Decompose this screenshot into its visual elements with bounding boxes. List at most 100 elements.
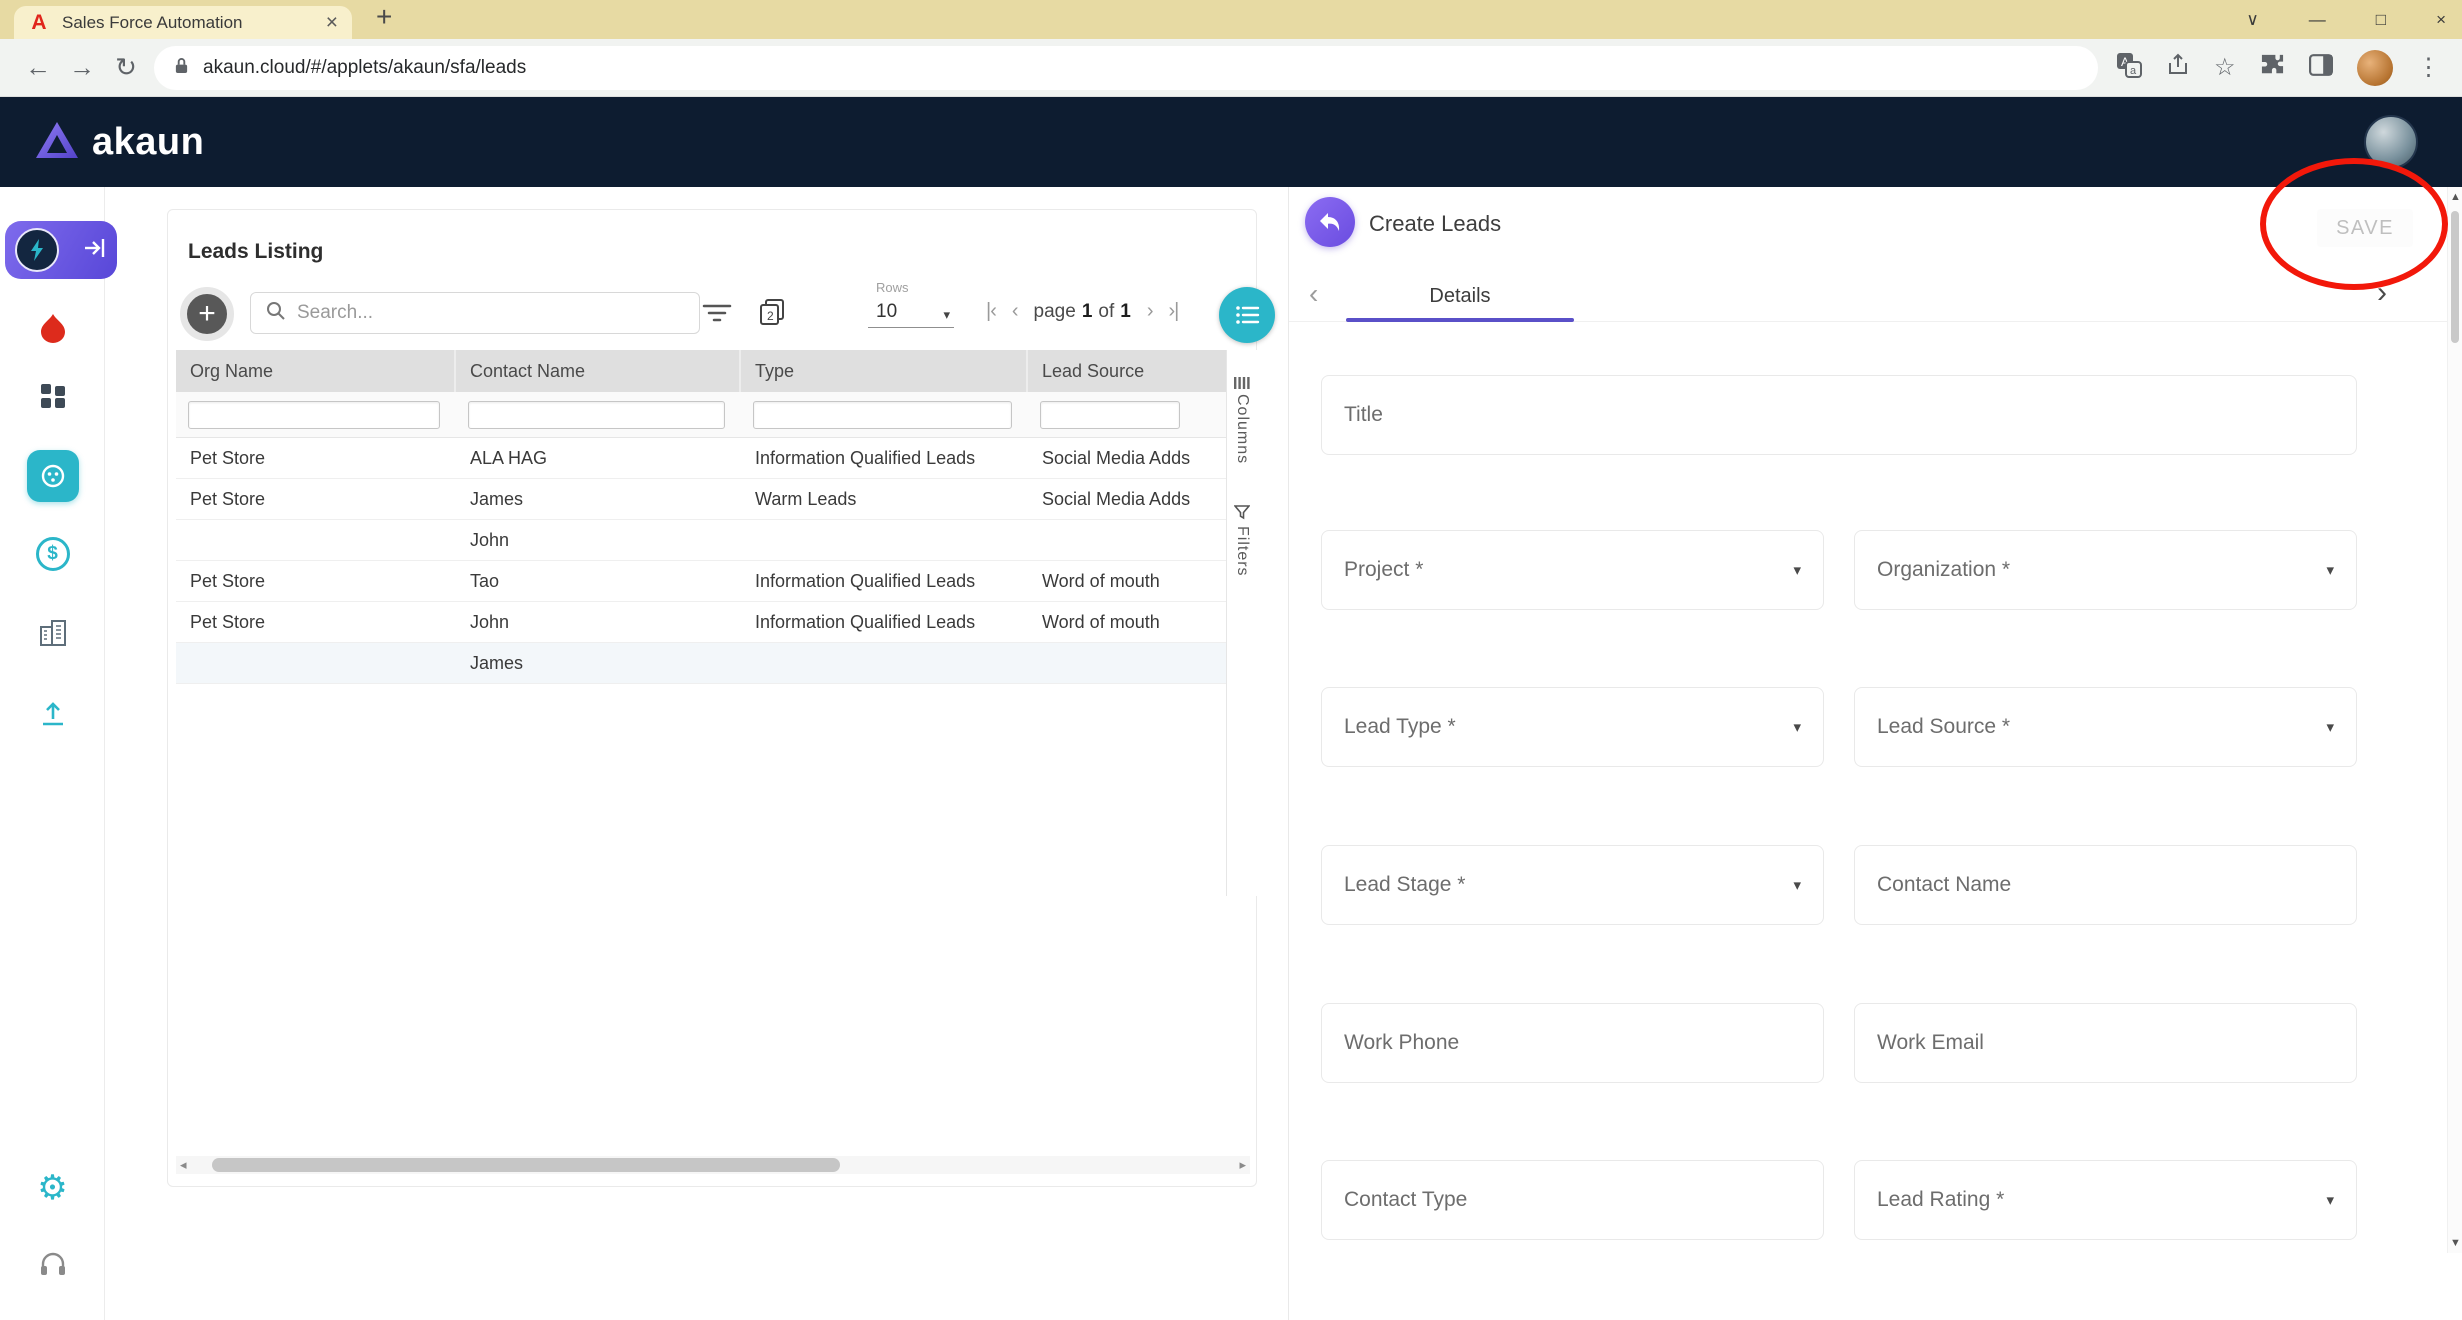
window-controls: ∨ — □ × xyxy=(2246,0,2446,39)
contact-type-field[interactable]: Contact Type xyxy=(1321,1160,1824,1240)
table-row[interactable]: Pet Store Tao Information Qualified Lead… xyxy=(176,561,1226,602)
sidebar-item-red-applet[interactable] xyxy=(0,312,105,344)
side-panel-icon[interactable] xyxy=(2309,54,2333,81)
table-row[interactable]: Pet Store John Information Qualified Lea… xyxy=(176,602,1226,643)
vertical-scroll-thumb[interactable] xyxy=(2451,211,2459,343)
sidebar-item-upload[interactable] xyxy=(0,698,105,726)
table-row[interactable]: John xyxy=(176,520,1226,561)
search-box[interactable] xyxy=(250,292,700,334)
cell-type: Information Qualified Leads xyxy=(741,438,1028,479)
new-tab-button[interactable]: + xyxy=(376,1,392,33)
filter-lines-button[interactable] xyxy=(702,301,732,325)
list-settings-icon xyxy=(1234,303,1260,327)
tab-search-icon[interactable]: ∨ xyxy=(2246,10,2258,30)
filter-input-type[interactable] xyxy=(753,401,1012,429)
listing-title: Leads Listing xyxy=(188,240,323,264)
filters-funnel-icon[interactable] xyxy=(1234,504,1250,525)
tabs-scroll-left-icon[interactable]: ‹ xyxy=(1309,278,1318,310)
sidebar-item-organization[interactable] xyxy=(0,618,105,648)
brand[interactable]: akaun xyxy=(34,120,204,165)
duplicate-view-button[interactable]: 2 xyxy=(758,298,786,326)
dropdown-caret-icon: ▾ xyxy=(2326,561,2334,579)
table-row[interactable]: James xyxy=(176,643,1226,684)
translate-icon[interactable]: Aa xyxy=(2116,52,2142,83)
tab-close-icon[interactable]: × xyxy=(326,11,338,35)
scroll-right-icon[interactable]: ▸ xyxy=(1239,1156,1246,1174)
horizontal-scroll-thumb[interactable] xyxy=(212,1158,840,1172)
scroll-down-icon[interactable]: ▼ xyxy=(2448,1237,2462,1249)
svg-text:a: a xyxy=(2130,65,2137,77)
cell-type: Information Qualified Leads xyxy=(741,561,1028,602)
contact-name-field[interactable]: Contact Name xyxy=(1854,845,2357,925)
extensions-puzzle-icon[interactable] xyxy=(2260,53,2285,83)
column-header[interactable]: Lead Source xyxy=(1028,350,1226,392)
share-icon[interactable] xyxy=(2166,53,2190,82)
reload-button[interactable]: ↻ xyxy=(104,52,148,83)
forward-button[interactable]: → xyxy=(60,52,104,83)
project-select[interactable]: Project * ▾ xyxy=(1321,530,1824,610)
plus-icon: + xyxy=(198,299,216,329)
sidebar-item-contacts-active[interactable] xyxy=(0,450,105,502)
organization-select[interactable]: Organization * ▾ xyxy=(1854,530,2357,610)
sidebar-item-support[interactable] xyxy=(0,1251,105,1278)
column-header[interactable]: Contact Name xyxy=(456,350,741,392)
lead-stage-select[interactable]: Lead Stage * ▾ xyxy=(1321,845,1824,925)
filter-lines-icon xyxy=(702,301,732,325)
pages-icon: 2 xyxy=(758,298,786,326)
create-tabs: ‹ Details › xyxy=(1289,272,2462,322)
scroll-up-icon[interactable]: ▲ xyxy=(2448,191,2462,203)
sidebar-item-settings[interactable]: ⚙ xyxy=(0,1171,105,1205)
columns-rail-button[interactable]: Columns xyxy=(1233,394,1251,464)
table-row[interactable]: Pet Store James Warm Leads Social Media … xyxy=(176,479,1226,520)
browser-menu-kebab-icon[interactable]: ⋮ xyxy=(2417,53,2441,82)
lead-source-select[interactable]: Lead Source * ▾ xyxy=(1854,687,2357,767)
lead-type-select[interactable]: Lead Type * ▾ xyxy=(1321,687,1824,767)
work-phone-field[interactable]: Work Phone xyxy=(1321,1003,1824,1083)
filter-input-contact-name[interactable] xyxy=(468,401,725,429)
rows-per-page-select[interactable]: Rows 10 ▾ xyxy=(868,280,960,328)
back-button[interactable]: ← xyxy=(16,52,60,83)
sidebar-item-active-applet[interactable] xyxy=(5,221,117,279)
sidebar-item-finance[interactable]: $ xyxy=(0,537,105,571)
prev-page-button[interactable]: ‹ xyxy=(1012,300,1018,323)
last-page-button[interactable]: ›| xyxy=(1169,300,1179,323)
filter-input-lead-source[interactable] xyxy=(1040,401,1180,429)
browser-tabstrip: A Sales Force Automation × + ∨ — □ × xyxy=(0,0,2462,39)
next-page-button[interactable]: › xyxy=(1147,300,1153,323)
address-bar[interactable]: akaun.cloud/#/applets/akaun/sfa/leads xyxy=(154,46,2098,90)
scroll-left-icon[interactable]: ◂ xyxy=(180,1156,187,1174)
work-email-field[interactable]: Work Email xyxy=(1854,1003,2357,1083)
columns-icon[interactable] xyxy=(1234,376,1250,395)
column-header[interactable]: Org Name xyxy=(176,350,456,392)
first-page-button[interactable]: |‹ xyxy=(986,300,996,323)
browser-profile-avatar[interactable] xyxy=(2357,50,2393,86)
window-close-button[interactable]: × xyxy=(2436,10,2446,30)
add-lead-button[interactable]: + xyxy=(180,287,234,341)
table-row[interactable]: Pet Store ALA HAG Information Qualified … xyxy=(176,438,1226,479)
tab-details[interactable]: Details xyxy=(1346,272,1574,320)
cell-org-name: Pet Store xyxy=(176,479,456,520)
search-input[interactable] xyxy=(297,302,685,324)
organization-label: Organization * xyxy=(1877,558,2010,582)
filters-rail-button[interactable]: Filters xyxy=(1233,526,1251,577)
filter-input-org-name[interactable] xyxy=(188,401,440,429)
sidebar-item-dashboard[interactable] xyxy=(0,383,105,409)
back-button-create[interactable] xyxy=(1305,197,1355,247)
save-button[interactable]: SAVE xyxy=(2317,209,2413,247)
browser-tab[interactable]: A Sales Force Automation × xyxy=(14,6,352,39)
cell-org-name xyxy=(176,520,456,561)
tabs-scroll-right-icon[interactable]: › xyxy=(2377,276,2387,310)
table-settings-button[interactable] xyxy=(1219,287,1275,343)
gear-icon: ⚙ xyxy=(37,1171,67,1205)
window-minimize-button[interactable]: — xyxy=(2309,10,2326,30)
title-field[interactable]: Title xyxy=(1321,375,2357,455)
work-email-label: Work Email xyxy=(1877,1031,1984,1055)
horizontal-scrollbar[interactable]: ◂ ▸ xyxy=(176,1156,1250,1174)
pagination: |‹ ‹ page 1 of 1 › ›| xyxy=(986,300,1178,323)
vertical-scrollbar[interactable]: ▲ ▼ xyxy=(2447,187,2462,1253)
window-maximize-button[interactable]: □ xyxy=(2376,10,2386,30)
lead-rating-select[interactable]: Lead Rating * ▾ xyxy=(1854,1160,2357,1240)
column-header[interactable]: Type xyxy=(741,350,1028,392)
user-avatar[interactable] xyxy=(2364,115,2418,169)
bookmark-star-icon[interactable]: ☆ xyxy=(2214,53,2236,82)
